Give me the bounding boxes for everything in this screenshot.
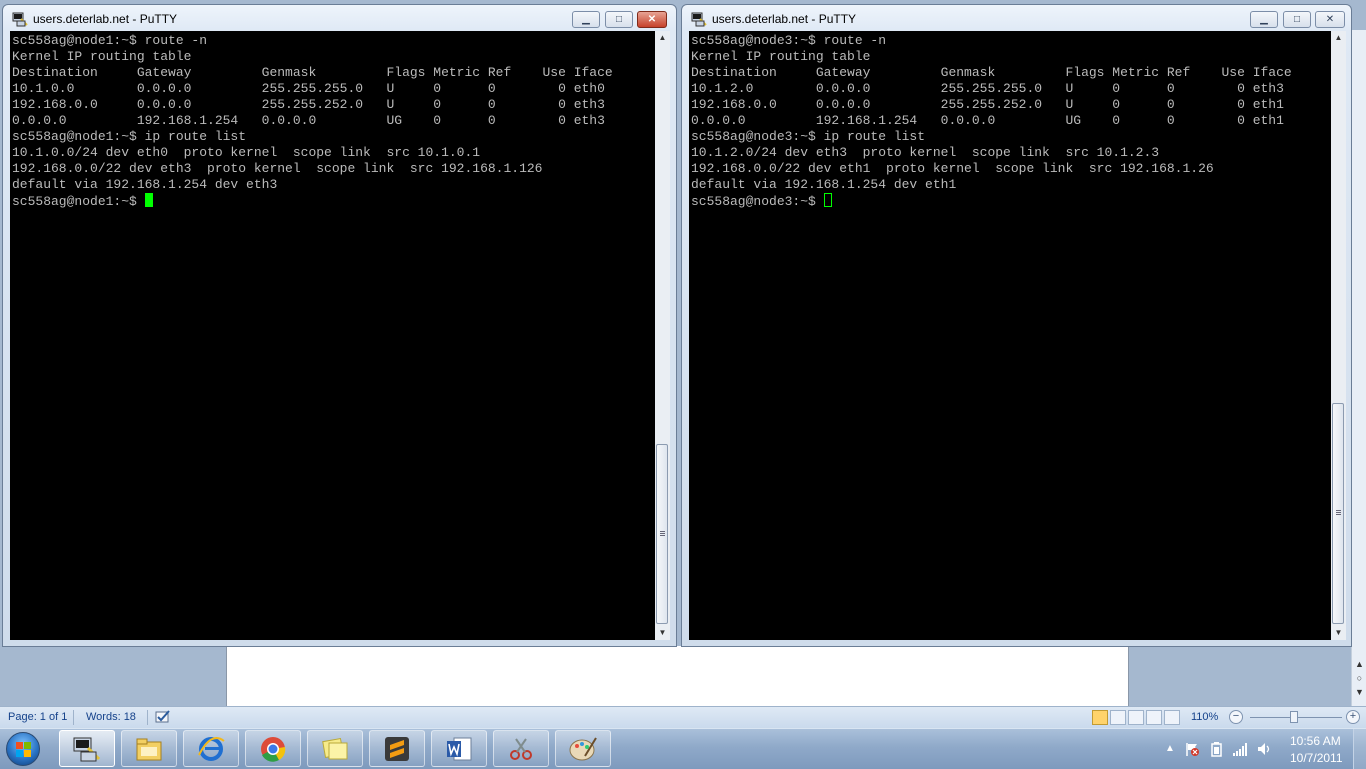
zoom-slider-thumb[interactable]: [1290, 711, 1298, 723]
terminal-line: 192.168.0.0 0.0.0.0 255.255.252.0 U 0 0 …: [691, 97, 1284, 112]
status-divider: [147, 710, 148, 725]
minimize-button[interactable]: ▁: [572, 11, 600, 28]
taskbar-word[interactable]: [431, 730, 487, 767]
print-layout-view-button[interactable]: [1092, 710, 1108, 725]
terminal-prompt-line: sc558ag@node1:~$: [12, 193, 153, 210]
terminal-line: 192.168.0.0/22 dev eth3 proto kernel sco…: [12, 161, 543, 176]
paint-icon: [569, 737, 597, 761]
terminal-line: 10.1.0.0/24 dev eth0 proto kernel scope …: [12, 145, 481, 160]
taskbar-sublime[interactable]: [369, 730, 425, 767]
outline-view-button[interactable]: [1146, 710, 1162, 725]
terminal-line: 10.1.2.0/24 dev eth3 proto kernel scope …: [691, 145, 1160, 160]
taskbar-sticky-notes[interactable]: [307, 730, 363, 767]
taskbar-paint[interactable]: [555, 730, 611, 767]
terminal-line: default via 192.168.1.254 dev eth1: [691, 177, 957, 192]
scroll-up-icon[interactable]: ▲: [1331, 31, 1346, 45]
terminal-line: Kernel IP routing table: [12, 49, 192, 64]
browse-object-icon[interactable]: ○: [1354, 672, 1365, 684]
terminal-cursor: [144, 193, 153, 207]
minimize-button[interactable]: ▁: [1250, 11, 1278, 28]
word-document-page[interactable]: [226, 646, 1129, 708]
taskbar-putty[interactable]: [59, 730, 115, 767]
terminal-line: 10.1.2.0 0.0.0.0 255.255.255.0 U 0 0 0 e…: [691, 81, 1284, 96]
taskbar-chrome[interactable]: [245, 730, 301, 767]
putty-icon: [691, 12, 707, 27]
network-signal-icon[interactable]: [1232, 741, 1248, 757]
internet-explorer-icon: [198, 737, 225, 761]
full-screen-reading-view-button[interactable]: [1110, 710, 1126, 725]
maximize-button[interactable]: □: [605, 11, 633, 28]
explorer-icon: [136, 738, 162, 761]
scrollbar-thumb[interactable]: [656, 444, 668, 624]
show-desktop-button[interactable]: [1353, 729, 1366, 769]
clock-date[interactable]: 10/7/2011: [1290, 751, 1343, 765]
zoom-out-button[interactable]: −: [1229, 710, 1243, 724]
taskbar-windows-explorer[interactable]: [121, 730, 177, 767]
status-divider: [73, 710, 74, 725]
terminal-line: 0.0.0.0 192.168.1.254 0.0.0.0 UG 0 0 0 e…: [691, 113, 1284, 128]
clock-time[interactable]: 10:56 AM: [1290, 734, 1341, 748]
proofing-check-icon[interactable]: [154, 709, 172, 725]
show-hidden-icons-icon[interactable]: ▲: [1162, 741, 1178, 757]
close-button[interactable]: ✕: [1315, 11, 1345, 28]
word-icon: [447, 737, 472, 761]
terminal-line: sc558ag@node3:~$ route -n: [691, 33, 887, 48]
window-title: users.deterlab.net - PuTTY: [712, 12, 857, 26]
putty-icon: [12, 12, 28, 27]
snipping-tool-icon: [510, 738, 532, 760]
scroll-down-icon[interactable]: ▼: [655, 626, 670, 640]
word-vertical-scrollbar[interactable]: ▲ ○ ▼: [1351, 30, 1366, 706]
putty-window-node3[interactable]: users.deterlab.net - PuTTY ▁ □ ✕ sc558ag…: [681, 4, 1352, 647]
terminal-prompt-line: sc558ag@node3:~$: [691, 193, 832, 210]
sublime-icon: [385, 737, 409, 761]
terminal-cursor: [823, 193, 832, 207]
prompt-text: sc558ag@node3:~$: [691, 194, 824, 209]
terminal-screen[interactable]: sc558ag@node3:~$ route -n Kernel IP rout…: [689, 31, 1331, 640]
zoom-in-button[interactable]: +: [1346, 710, 1360, 724]
terminal-line: sc558ag@node1:~$ ip route list: [12, 129, 247, 144]
volume-icon[interactable]: [1256, 741, 1272, 757]
terminal-line: 0.0.0.0 192.168.1.254 0.0.0.0 UG 0 0 0 e…: [12, 113, 605, 128]
taskbar: ▲ 10:56 AM 10/7/2011: [0, 728, 1366, 769]
scroll-up-icon[interactable]: ▲: [655, 31, 670, 45]
chrome-icon: [261, 737, 286, 762]
scroll-down-icon[interactable]: ▼: [1354, 686, 1365, 698]
start-button[interactable]: [6, 732, 40, 766]
web-layout-view-button[interactable]: [1128, 710, 1144, 725]
terminal-line: Destination Gateway Genmask Flags Metric…: [12, 65, 613, 80]
power-battery-icon[interactable]: [1208, 741, 1224, 757]
terminal-screen[interactable]: sc558ag@node1:~$ route -n Kernel IP rout…: [10, 31, 655, 640]
word-status-bar: Page: 1 of 1 Words: 18 110% − +: [0, 706, 1366, 729]
terminal-line: 192.168.0.0 0.0.0.0 255.255.252.0 U 0 0 …: [12, 97, 605, 112]
scroll-down-icon[interactable]: ▼: [1331, 626, 1346, 640]
terminal-line: 192.168.0.0/22 dev eth1 proto kernel sco…: [691, 161, 1214, 176]
page-count[interactable]: Page: 1 of 1: [8, 711, 67, 723]
terminal-line: sc558ag@node1:~$ route -n: [12, 33, 208, 48]
word-count[interactable]: Words: 18: [86, 711, 136, 723]
scrollbar-thumb[interactable]: [1332, 403, 1344, 624]
close-button[interactable]: ✕: [637, 11, 667, 28]
terminal-line: 10.1.0.0 0.0.0.0 255.255.255.0 U 0 0 0 e…: [12, 81, 605, 96]
draft-view-button[interactable]: [1164, 710, 1180, 725]
window-title: users.deterlab.net - PuTTY: [33, 12, 178, 26]
terminal-scrollbar[interactable]: ▲ ▼: [655, 31, 670, 640]
putty-icon: [73, 737, 101, 762]
taskbar-internet-explorer[interactable]: [183, 730, 239, 767]
zoom-level[interactable]: 110%: [1191, 711, 1218, 723]
putty-window-node1[interactable]: users.deterlab.net - PuTTY ▁ □ ✕ sc558ag…: [2, 4, 677, 647]
terminal-line: default via 192.168.1.254 dev eth3: [12, 177, 278, 192]
sticky-notes-icon: [322, 737, 348, 760]
terminal-line: Destination Gateway Genmask Flags Metric…: [691, 65, 1292, 80]
terminal-scrollbar[interactable]: ▲ ▼: [1331, 31, 1346, 640]
prompt-text: sc558ag@node1:~$: [12, 194, 145, 209]
action-center-flag-icon[interactable]: [1184, 741, 1200, 757]
terminal-line: sc558ag@node3:~$ ip route list: [691, 129, 926, 144]
maximize-button[interactable]: □: [1283, 11, 1311, 28]
taskbar-snipping-tool[interactable]: [493, 730, 549, 767]
scroll-up-icon[interactable]: ▲: [1354, 658, 1365, 670]
terminal-line: Kernel IP routing table: [691, 49, 871, 64]
